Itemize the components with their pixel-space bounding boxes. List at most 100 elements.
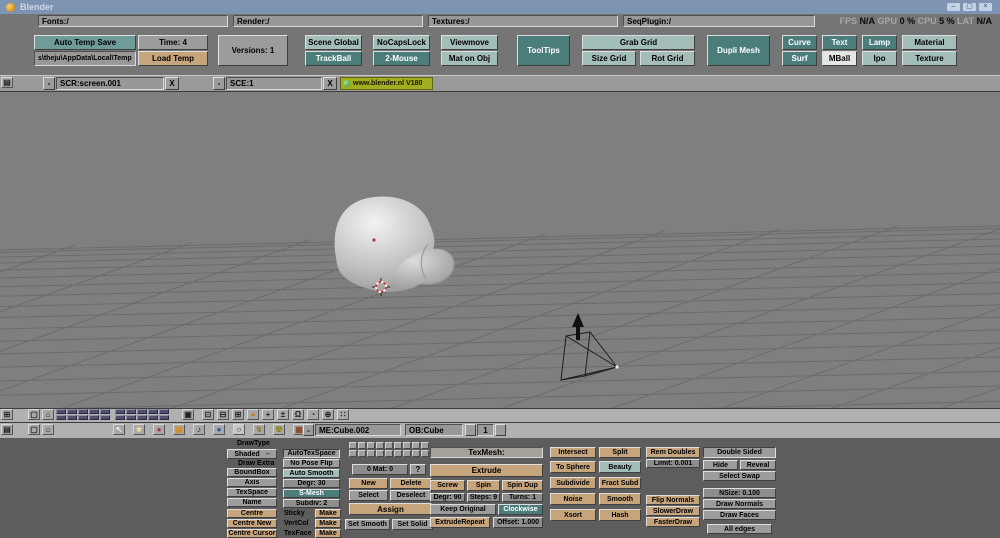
double-sided-button[interactable]: Double Sided: [703, 447, 776, 458]
draw-ball-icon[interactable]: ●: [247, 409, 259, 420]
spin-dup-button[interactable]: Spin Dup: [502, 480, 543, 491]
material-index-square[interactable]: [394, 450, 402, 457]
layer-toggle[interactable]: [56, 409, 66, 414]
layer-toggle[interactable]: [148, 409, 158, 414]
layer-toggle[interactable]: [148, 415, 158, 420]
sticky-make-button[interactable]: Make: [315, 509, 341, 518]
hash-button[interactable]: Hash: [599, 509, 641, 521]
dupli-mesh-button[interactable]: Dupli Mesh: [707, 35, 770, 66]
intersect-button[interactable]: Intersect: [550, 447, 596, 458]
mat-select-button[interactable]: Select: [349, 490, 388, 501]
material-index-square[interactable]: [349, 450, 357, 457]
layer-toggle[interactable]: [126, 409, 136, 414]
material-buttons-icon[interactable]: ●: [153, 424, 165, 435]
split-button[interactable]: Split: [599, 447, 641, 458]
tooltips-button[interactable]: ToolTips: [517, 35, 570, 66]
window-type-icon[interactable]: ▤: [1, 77, 13, 88]
users-plus-button[interactable]: [495, 424, 506, 436]
scene-name-field[interactable]: SCE:1: [226, 77, 322, 90]
scene-menu-button[interactable]: -: [213, 77, 225, 90]
close-button[interactable]: ×: [978, 2, 993, 12]
blob-object[interactable]: [334, 196, 455, 292]
centre-button[interactable]: Centre: [227, 509, 277, 518]
face-select-icon[interactable]: ⊞: [232, 409, 244, 420]
versions-button[interactable]: Versions: 1: [218, 35, 288, 66]
mesh-menu-button[interactable]: -: [303, 424, 314, 436]
material-index-square[interactable]: [376, 450, 384, 457]
material-index-square[interactable]: [358, 450, 366, 457]
seqplugin-path-field[interactable]: SeqPlugin:/: [623, 15, 815, 27]
material-index-square[interactable]: [385, 442, 393, 449]
smooth-button[interactable]: Smooth: [599, 493, 641, 505]
border-select-icon[interactable]: ⊟: [217, 409, 229, 420]
spin-degr-field[interactable]: Degr: 90: [430, 493, 465, 502]
boundbox-button[interactable]: BoundBox: [227, 468, 277, 477]
scale-icon[interactable]: ±: [277, 409, 289, 420]
nsize-field[interactable]: NSize: 0.100: [703, 488, 776, 498]
subdivide-button[interactable]: Subdivide: [550, 477, 596, 489]
spin-turns-field[interactable]: Turns: 1: [502, 493, 543, 502]
layer-toggle[interactable]: [100, 415, 110, 420]
material-index-square[interactable]: [421, 450, 429, 457]
clockwise-button[interactable]: Clockwise: [498, 504, 543, 515]
buttons-window-type-icon[interactable]: ▤: [1, 424, 13, 435]
material-index-square[interactable]: [394, 442, 402, 449]
size-grid-button[interactable]: Size Grid: [582, 51, 636, 66]
to-sphere-button[interactable]: To Sphere: [550, 461, 596, 473]
mball-button[interactable]: MBall: [822, 51, 857, 66]
object-name-field[interactable]: OB:Cube: [405, 424, 463, 436]
snap-icon[interactable]: ∷: [337, 409, 349, 420]
time-button[interactable]: Time: 4: [138, 35, 208, 50]
local-view-icon[interactable]: ⊡: [202, 409, 214, 420]
material-index-square[interactable]: [349, 442, 357, 449]
two-mouse-button[interactable]: 2-Mouse: [373, 51, 430, 66]
anim-buttons-icon[interactable]: ♪: [193, 424, 205, 435]
texmesh-field[interactable]: TexMesh:: [430, 447, 543, 458]
set-smooth-button[interactable]: Set Smooth: [345, 519, 390, 530]
material-index-squares[interactable]: [349, 442, 430, 458]
layer-toggle[interactable]: [115, 409, 125, 414]
noise-button[interactable]: Noise: [550, 493, 596, 505]
subdiv-field[interactable]: Subdiv: 2: [283, 499, 340, 508]
scene-global-button[interactable]: Scene Global: [305, 35, 362, 50]
mat-delete-button[interactable]: Delete: [390, 478, 432, 489]
temp-path-field[interactable]: s\theju\AppData\Local\Temp: [34, 51, 136, 66]
layer-toggle[interactable]: [67, 409, 77, 414]
layer-toggle[interactable]: [159, 409, 169, 414]
material-index-square[interactable]: [385, 450, 393, 457]
viewmove-button[interactable]: Viewmove: [441, 35, 498, 50]
axis-button[interactable]: Axis: [227, 478, 277, 487]
texture-buttons-icon[interactable]: ▦: [173, 424, 185, 435]
users-minus-button[interactable]: [465, 424, 476, 436]
camera-object[interactable]: [560, 313, 619, 381]
texspace-button[interactable]: TexSpace: [227, 488, 277, 497]
draw-faces-button[interactable]: Draw Faces: [703, 510, 776, 520]
degr-field[interactable]: Degr: 30: [283, 479, 340, 488]
view-home-icon[interactable]: ⌂: [42, 409, 54, 420]
texface-make-button[interactable]: Make: [315, 529, 341, 538]
scene-delete-button[interactable]: X: [323, 77, 337, 90]
layer-toggle[interactable]: [159, 415, 169, 420]
maximize-button[interactable]: ▢: [962, 2, 977, 12]
lamp-button[interactable]: Lamp: [862, 35, 897, 50]
material-index-square[interactable]: [376, 442, 384, 449]
title-bar[interactable]: Blender: [0, 0, 1000, 14]
spin-steps-field[interactable]: Steps: 9: [467, 493, 500, 502]
layer-toggle[interactable]: [100, 409, 110, 414]
mat-help-button[interactable]: ?: [410, 464, 426, 475]
layer-toggle[interactable]: [126, 415, 136, 420]
layer-toggle[interactable]: [89, 409, 99, 414]
texture-button[interactable]: Texture: [902, 51, 957, 66]
smesh-button[interactable]: S-Mesh: [283, 489, 340, 498]
set-solid-button[interactable]: Set Solid: [392, 519, 433, 530]
draw-normals-button[interactable]: Draw Normals: [703, 499, 776, 509]
select-swap-button[interactable]: Select Swap: [703, 471, 776, 481]
view-split-icon[interactable]: ⊞: [1, 409, 13, 420]
layer-toggle[interactable]: [67, 415, 77, 420]
material-button[interactable]: Material: [902, 35, 957, 50]
centre-new-button[interactable]: Centre New: [227, 519, 277, 528]
screen-menu-button[interactable]: -: [43, 77, 55, 90]
screen-name-field[interactable]: SCR:screen.001: [56, 77, 164, 90]
offset-field[interactable]: Offset: 1.000: [493, 517, 543, 528]
radiosity-buttons-icon[interactable]: ☢: [273, 424, 285, 435]
